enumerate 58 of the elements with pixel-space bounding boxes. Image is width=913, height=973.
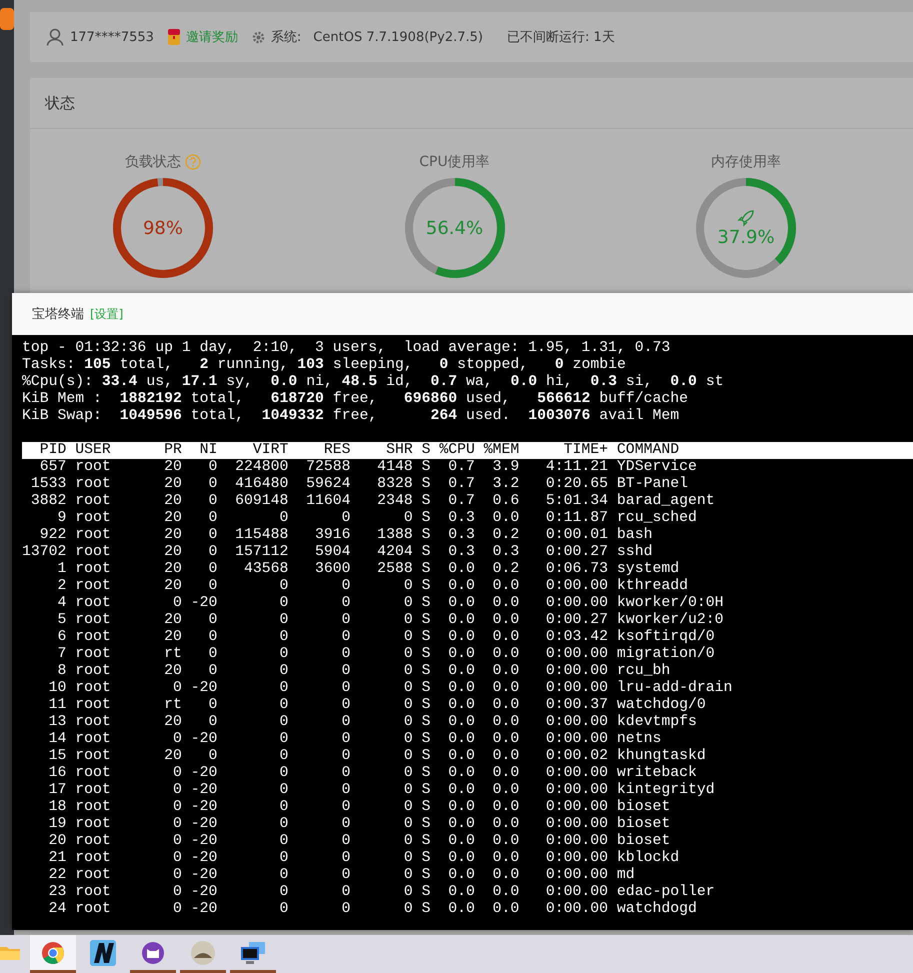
- user-icon: [46, 28, 64, 46]
- photo-icon: [190, 940, 216, 966]
- process-row-text: 5 root 20 0 0 0 0 S 0.0 0.0 0:00.27 kworker/u2:0: [56, 612, 724, 629]
- process-row-text: 21 root 0 -20 0 0 0 S 0.0 0.0 0:00.00 kblockd: [48, 850, 680, 867]
- process-row-text: 19 root 0 -20 0 0 0 S 0.0 0.0 0:00.00 bioset: [48, 816, 672, 833]
- process-row-text: 7 root rt 0 0 0 0 S 0.0 0.0 0:00.00 migration/0: [56, 646, 716, 663]
- process-row-text: 15 root 20 0 0 0 0 S 0.0 0.0 0:00.02 khungtaskd: [48, 748, 707, 765]
- process-row-text: 6 root 20 0 0 0 0 S 0.0 0.0 0:03.42 ksoftirqd/0: [56, 629, 716, 646]
- terminal-line: %Cpu(s): 33.4 us, 17.1 sy, 0.0 ni, 48.5 id, 0.7 wa, 0.0 hi, 0.3 si, 0.0 st: [22, 374, 725, 391]
- gauge-value: 56.4%: [426, 218, 484, 238]
- process-row-text: 20 root 0 -20 0 0 0 S 0.0 0.0 0:00.00 bioset: [48, 833, 672, 850]
- process-row-text: 1533 root 20 0 416480 59624 8328 S 0.7 3.2 0:20.65 BT-Panel: [30, 476, 689, 493]
- process-row-text: 24 root 0 -20 0 0 0 S 0.0 0.0 0:00.00 watchdogd: [48, 901, 698, 918]
- process-row-text: 9 root 20 0 0 0 0 S 0.3 0.0 0:11.87 rcu_sched: [56, 510, 698, 527]
- gauge-title: 内存使用率: [711, 153, 781, 171]
- terminal-line: top - 01:32:36 up 1 day, 2:10, 3 users, load average: 1.95, 1.31, 0.73: [22, 340, 672, 357]
- system-label: 系统:: [270, 29, 302, 46]
- app-icon: [90, 940, 116, 966]
- rocket-icon: [737, 208, 755, 226]
- monitor-icon: [240, 940, 266, 964]
- system-value: CentOS 7.7.1908(Py2.7.5): [313, 30, 483, 44]
- gauge-title: CPU使用率: [419, 153, 490, 171]
- terminal-title: 宝塔终端: [32, 306, 84, 323]
- terminal-line: KiB Mem : 1882192 total, 618720 free, 696860 used, 566612 buff/cache: [22, 391, 690, 408]
- user-phone: 177****7553: [70, 30, 154, 44]
- process-row-text: 13702 root 20 0 157112 5904 4204 S 0.3 0.3 0:00.27 sshd: [22, 544, 654, 561]
- process-row-text: 13 root 20 0 0 0 0 S 0.0 0.0 0:00.00 kdevtmpfs: [48, 714, 698, 731]
- column-header: PID USER PR NI VIRT RES SHR S %CPU %MEM TIME+ COMMAND: [22, 442, 913, 459]
- process-row-text: 16 root 0 -20 0 0 0 S 0.0 0.0 0:00.00 writeback: [48, 765, 698, 782]
- cat-icon: [141, 940, 165, 964]
- terminal-line: KiB Swap: 1049596 total, 1049332 free, 264 used. 1003076 avail Mem: [22, 408, 680, 425]
- process-row-text: 17 root 0 -20 0 0 0 S 0.0 0.0 0:00.00 kintegrityd: [48, 782, 716, 799]
- process-row-text: 10 root 0 -20 0 0 0 S 0.0 0.0 0:00.00 lru-add-drain: [48, 680, 734, 697]
- process-row-text: 22 root 0 -20 0 0 0 S 0.0 0.0 0:00.00 md: [48, 867, 636, 884]
- logo-icon: [0, 8, 14, 30]
- browser-icon: [41, 940, 65, 964]
- process-row-text: 2 root 20 0 0 0 0 S 0.0 0.0 0:00.00 kthreadd: [56, 578, 689, 595]
- settings-link[interactable]: [设置]: [90, 306, 124, 322]
- process-row-text: 4 root 0 -20 0 0 0 S 0.0 0.0 0:00.00 kworker/0:0H: [56, 595, 724, 612]
- process-row-text: 14 root 0 -20 0 0 0 S 0.0 0.0 0:00.00 netns: [48, 731, 662, 748]
- process-row-text: 3882 root 20 0 609148 11604 2348 S 0.7 0.6 5:01.34 barad_agent: [30, 493, 716, 510]
- process-row-text: 11 root rt 0 0 0 0 S 0.0 0.0 0:00.37 watchdog/0: [48, 697, 707, 714]
- card-title: 状态: [45, 94, 75, 112]
- taskbar-button[interactable]: [30, 935, 76, 973]
- process-row-text: 8 root 20 0 0 0 0 S 0.0 0.0 0:00.00 rcu_bh: [56, 663, 672, 680]
- gear-icon: [252, 30, 265, 44]
- terminal-line: Tasks: 105 total, 2 running, 103 sleeping, 0 stopped, 0 zombie: [22, 357, 627, 374]
- process-row-text: 1 root 20 0 43568 3600 2588 S 0.0 0.2 0:06.73 systemd: [56, 561, 680, 578]
- process-row-text: 23 root 0 -20 0 0 0 S 0.0 0.0 0:00.00 edac-poller: [48, 884, 716, 901]
- process-row-text: 657 root 20 0 224800 72588 4148 S 0.7 3.9 4:11.21 YDService: [38, 459, 698, 476]
- invite-link[interactable]: 邀请奖励: [186, 28, 238, 46]
- uptime-text: 已不间断运行: 1天: [506, 29, 615, 46]
- gauge-value: 98%: [142, 218, 183, 238]
- gauge-value: 37.9%: [717, 226, 775, 248]
- gift-icon: [168, 29, 180, 45]
- process-row-text: 18 root 0 -20 0 0 0 S 0.0 0.0 0:00.00 bioset: [48, 799, 672, 816]
- process-row-text: 922 root 20 0 115488 3916 1388 S 0.3 0.2 0:00.01 bash: [38, 527, 654, 544]
- gauge-title: 负载状态: [125, 153, 181, 171]
